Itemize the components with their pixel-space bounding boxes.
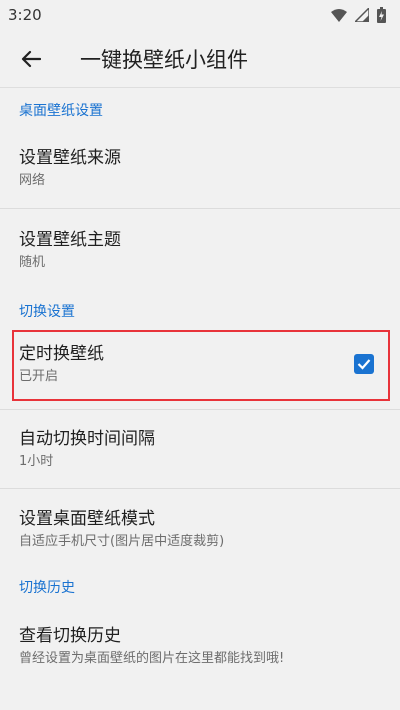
pref-wallpaper-source[interactable]: 设置壁纸来源 网络: [0, 128, 400, 208]
pref-summary: 随机: [19, 254, 46, 270]
page-title: 一键换壁纸小组件: [80, 47, 248, 72]
pref-summary: 1小时: [19, 453, 54, 469]
signal-icon: [355, 8, 369, 22]
pref-summary: 网络: [19, 172, 46, 188]
pref-view-history[interactable]: 查看切换历史 曾经设置为桌面壁纸的图片在这里都能找到哦!: [0, 605, 400, 687]
pref-summary: 已开启: [19, 368, 59, 384]
pref-title: 设置桌面壁纸模式: [19, 508, 155, 529]
app-bar: 一键换壁纸小组件: [0, 30, 400, 88]
pref-wallpaper-mode[interactable]: 设置桌面壁纸模式 自适应手机尺寸(图片居中适度裁剪): [0, 489, 400, 569]
status-time: 3:20: [8, 6, 42, 24]
pref-title: 查看切换历史: [19, 625, 121, 646]
status-bar: 3:20: [0, 0, 400, 30]
back-button[interactable]: [0, 30, 62, 88]
wifi-icon: [331, 8, 347, 22]
pref-summary: 曾经设置为桌面壁纸的图片在这里都能找到哦!: [19, 650, 285, 666]
timed-wallpaper-checkbox[interactable]: [354, 354, 374, 374]
pref-timed-wallpaper[interactable]: 定时换壁纸 已开启: [0, 329, 400, 399]
pref-title: 定时换壁纸: [19, 343, 104, 364]
status-icons: [331, 7, 386, 23]
pref-summary: 自适应手机尺寸(图片居中适度裁剪): [19, 533, 225, 549]
pref-title: 设置壁纸主题: [19, 229, 121, 250]
pref-title: 设置壁纸来源: [19, 147, 121, 168]
check-icon: [357, 359, 371, 370]
pref-title: 自动切换时间间隔: [19, 428, 155, 449]
section-header-desktop: 桌面壁纸设置: [19, 103, 103, 119]
pref-wallpaper-theme[interactable]: 设置壁纸主题 随机: [0, 209, 400, 291]
battery-icon: [377, 7, 386, 23]
pref-auto-interval[interactable]: 自动切换时间间隔 1小时: [0, 410, 400, 488]
section-header-switch: 切换设置: [19, 304, 75, 320]
back-arrow-icon: [21, 50, 41, 67]
section-header-history: 切换历史: [19, 580, 75, 596]
